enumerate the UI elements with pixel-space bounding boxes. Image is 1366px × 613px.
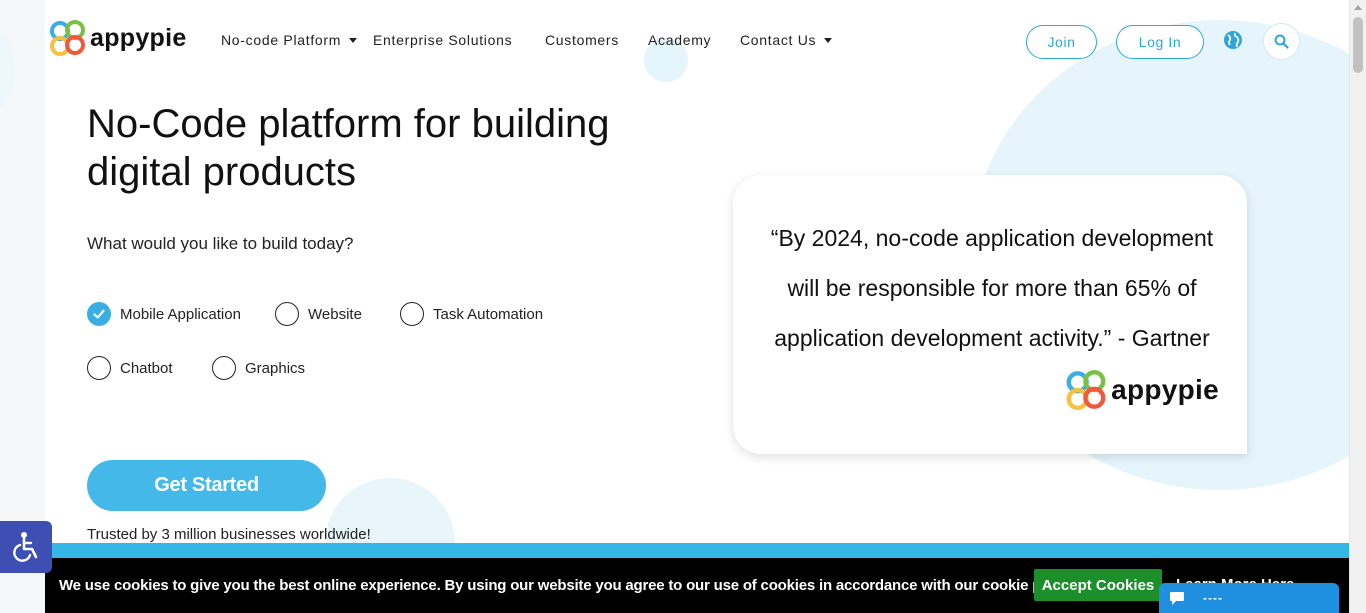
- quote-brand-logo: appypie: [1066, 370, 1219, 410]
- trusted-text: Trusted by 3 million businesses worldwid…: [87, 526, 371, 543]
- accept-cookies-button[interactable]: Accept Cookies: [1034, 569, 1162, 601]
- hero-title-line-2: digital products: [87, 150, 357, 194]
- radio-unchecked[interactable]: [212, 356, 236, 380]
- get-started-button[interactable]: Get Started: [87, 460, 326, 511]
- chat-label: ----: [1203, 591, 1223, 605]
- option-label: Chatbot: [120, 359, 173, 377]
- quote-text: “By 2024, no-code application developmen…: [757, 213, 1227, 363]
- radio-checked[interactable]: [87, 302, 111, 326]
- build-prompt: What would you like to build today?: [87, 234, 354, 253]
- option-task-automation[interactable]: Task Automation: [400, 302, 543, 326]
- radio-unchecked[interactable]: [87, 356, 111, 380]
- radio-unchecked[interactable]: [275, 302, 299, 326]
- nav-item-customers[interactable]: Customers: [545, 32, 619, 48]
- quote-card: “By 2024, no-code application developmen…: [733, 175, 1247, 454]
- chevron-down-icon: [349, 37, 358, 43]
- brand-logo[interactable]: appypie: [50, 20, 187, 56]
- login-button[interactable]: Log In: [1116, 25, 1204, 59]
- nav-item-academy[interactable]: Academy: [648, 32, 711, 48]
- chat-bubble-icon: [1170, 591, 1184, 605]
- chevron-down-icon: [824, 37, 833, 43]
- appypie-logo-icon: [1066, 370, 1106, 410]
- check-icon: [93, 309, 105, 319]
- option-graphics[interactable]: Graphics: [212, 356, 305, 380]
- nav-item-enterprise-solutions[interactable]: Enterprise Solutions: [373, 32, 512, 48]
- nav-item-contact-us[interactable]: Contact Us: [740, 32, 833, 48]
- section-band: [45, 543, 1350, 558]
- option-mobile-application[interactable]: Mobile Application: [87, 302, 241, 326]
- nav-label: Contact Us: [740, 32, 817, 48]
- page: appypie No-code Platform Enterprise Solu…: [0, 0, 1366, 613]
- option-chatbot[interactable]: Chatbot: [87, 356, 173, 380]
- nav-item-no-code-platform[interactable]: No-code Platform: [221, 32, 358, 48]
- wheelchair-icon: [13, 532, 38, 562]
- scroll-thumb[interactable]: [1353, 17, 1363, 73]
- nav-label: Customers: [545, 32, 619, 48]
- quote-brand-name: appypie: [1111, 374, 1219, 405]
- site-header: appypie No-code Platform Enterprise Solu…: [0, 0, 1350, 80]
- quote-line-3: application development activity.” - Gar…: [774, 325, 1210, 351]
- option-label: Website: [308, 305, 362, 323]
- globe-icon[interactable]: [1223, 30, 1243, 50]
- chat-widget[interactable]: ----: [1159, 583, 1339, 613]
- option-label: Mobile Application: [120, 305, 241, 323]
- option-label: Task Automation: [433, 305, 544, 323]
- hero-title-line-1: No-Code platform for building: [87, 102, 610, 146]
- search-icon: [1274, 34, 1289, 49]
- cookie-message: We use cookies to give you the best onli…: [59, 577, 1078, 594]
- quote-line-1: “By 2024, no-code application developmen…: [770, 225, 1214, 251]
- nav-label: No-code Platform: [221, 32, 342, 48]
- appypie-logo-icon: [50, 20, 85, 56]
- scrollbar[interactable]: [1349, 0, 1366, 613]
- quote-line-2: will be responsible for more than 65% of: [787, 275, 1197, 301]
- accessibility-button[interactable]: [0, 521, 52, 573]
- nav-label: Academy: [648, 32, 712, 48]
- scroll-up-arrow-icon[interactable]: [1354, 5, 1362, 10]
- hero-title: No-Code platform for building digital pr…: [87, 100, 687, 196]
- nav-label: Enterprise Solutions: [373, 32, 513, 48]
- join-button[interactable]: Join: [1026, 25, 1097, 59]
- radio-unchecked[interactable]: [400, 302, 424, 326]
- cookie-banner: We use cookies to give you the best onli…: [45, 558, 1350, 613]
- brand-name: appypie: [90, 23, 187, 52]
- option-label: Graphics: [245, 359, 306, 377]
- search-button[interactable]: [1263, 23, 1300, 60]
- option-website[interactable]: Website: [275, 302, 362, 326]
